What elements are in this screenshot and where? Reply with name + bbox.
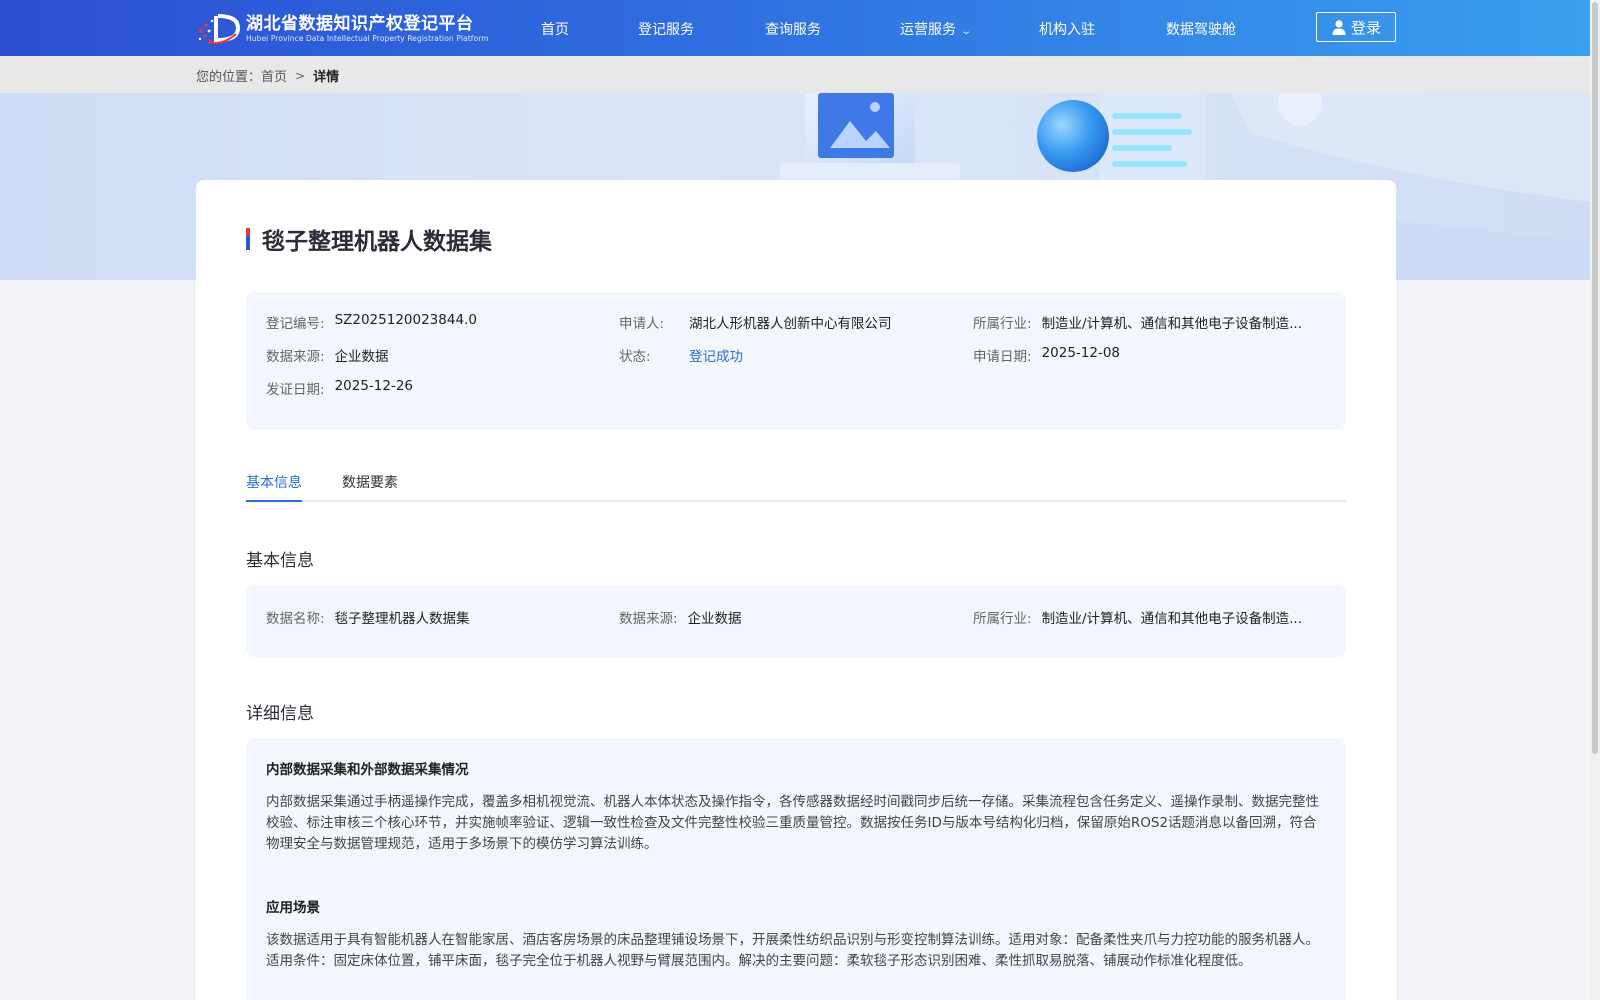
field-value: 制造业/计算机、通信和其他电子设备制造...	[1041, 611, 1302, 627]
tab-data-elements[interactable]: 数据要素	[342, 472, 398, 500]
summary-panel: 登记编号: SZ2025120023844.0 申请人: 湖北人形机器人创新中心…	[246, 292, 1346, 430]
detail-info-panel: 内部数据采集和外部数据采集情况 内部数据采集通过手柄遥操作完成，覆盖多相机视觉流…	[246, 738, 1346, 1000]
login-button[interactable]: 登录	[1316, 12, 1396, 42]
detail-tabs: 基本信息 数据要素	[246, 464, 1346, 502]
top-header: 湖北省数据知识产权登记平台 Hubei Province Data Intell…	[0, 0, 1600, 56]
field-data-source: 数据来源: 企业数据	[266, 345, 389, 365]
section-text: 内部数据采集通过手柄遥操作完成，覆盖多相机视觉流、机器人本体状态及操作指令，各传…	[266, 794, 1319, 852]
field-value: 企业数据	[687, 611, 742, 627]
field-registration-number: 登记编号: SZ2025120023844.0	[266, 312, 477, 332]
field-label: 申请日期:	[973, 349, 1032, 365]
field-value: 2025-12-08	[1041, 345, 1121, 361]
page-scrollbar[interactable]	[1590, 0, 1600, 1000]
field-label: 申请人:	[619, 316, 665, 332]
basic-info-panel: 数据名称: 毯子整理机器人数据集 数据来源: 企业数据 所属行业: 制造业/计算…	[246, 585, 1346, 657]
detail-card: 毯子整理机器人数据集 登记编号: SZ2025120023844.0 申请人: …	[196, 180, 1396, 1000]
breadcrumb-current: 详情	[313, 70, 340, 85]
field-industry: 所属行业: 制造业/计算机、通信和其他电子设备制造...	[973, 312, 1302, 332]
field-label: 数据名称:	[266, 611, 325, 627]
section-heading: 应用场景	[266, 900, 320, 916]
nav-registration-service[interactable]: 登记服务	[638, 19, 694, 39]
nav-query-service[interactable]: 查询服务	[765, 19, 821, 39]
dataset-title: 毯子整理机器人数据集	[246, 222, 492, 256]
breadcrumb-bar: 您的位置： 首页 > 详情	[0, 56, 1600, 93]
field-status: 状态: 登记成功	[619, 345, 743, 365]
field-data-name: 数据名称: 毯子整理机器人数据集	[266, 607, 470, 627]
field-value: 湖北人形机器人创新中心有限公司	[689, 316, 892, 332]
field-industry: 所属行业: 制造业/计算机、通信和其他电子设备制造...	[973, 607, 1302, 627]
scrollbar-thumb[interactable]	[1592, 2, 1598, 754]
field-label: 所属行业:	[973, 611, 1032, 627]
tab-basic-info[interactable]: 基本信息	[246, 472, 302, 502]
detail-info-heading: 详细信息	[246, 704, 314, 724]
nav-data-cockpit[interactable]: 数据驾驶舱	[1166, 19, 1236, 39]
field-label: 登记编号:	[266, 316, 325, 332]
field-data-source: 数据来源: 企业数据	[619, 607, 742, 627]
logo-emblem-icon	[196, 12, 242, 46]
login-label: 登录	[1350, 18, 1381, 37]
platform-logo[interactable]: 湖北省数据知识产权登记平台 Hubei Province Data Intell…	[196, 12, 489, 46]
logo-title-en: Hubei Province Data Intellectual Propert…	[246, 34, 489, 43]
status-value: 登记成功	[689, 349, 743, 365]
section-text: 该数据适用于具有智能机器人在智能家居、酒店客房场景的床品整理铺设场景下，开展柔性…	[266, 932, 1319, 969]
field-value: 企业数据	[334, 349, 389, 365]
field-label: 数据来源:	[619, 611, 678, 627]
breadcrumb-prefix: 您的位置：	[196, 70, 262, 85]
field-value: SZ2025120023844.0	[334, 312, 477, 328]
basic-info-heading: 基本信息	[246, 551, 314, 571]
nav-operation-service[interactable]: 运营服务 ⌄	[900, 19, 973, 39]
field-applicant: 申请人: 湖北人形机器人创新中心有限公司	[619, 312, 892, 332]
nav-home[interactable]: 首页	[541, 19, 569, 39]
field-label: 数据来源:	[266, 349, 325, 365]
chevron-down-icon: ⌄	[960, 26, 973, 37]
dataset-title-text: 毯子整理机器人数据集	[262, 229, 492, 255]
field-value: 制造业/计算机、通信和其他电子设备制造...	[1041, 316, 1302, 332]
field-label: 发证日期:	[266, 382, 325, 398]
chevron-right-icon: >	[295, 68, 306, 83]
nav-operation-service-label: 运营服务	[900, 22, 956, 38]
field-label: 所属行业:	[973, 316, 1032, 332]
breadcrumb: 您的位置： 首页 > 详情	[196, 66, 340, 86]
nav-institution-onboarding[interactable]: 机构入驻	[1039, 19, 1095, 39]
field-value: 2025-12-26	[334, 378, 414, 394]
title-accent-bar	[246, 228, 250, 250]
logo-title-cn: 湖北省数据知识产权登记平台	[246, 14, 474, 34]
field-label: 状态:	[619, 349, 651, 365]
field-apply-date: 申请日期: 2025-12-08	[973, 345, 1120, 365]
field-value: 毯子整理机器人数据集	[334, 611, 470, 627]
breadcrumb-home[interactable]: 首页	[261, 66, 287, 85]
section-heading: 内部数据采集和外部数据采集情况	[266, 762, 469, 778]
user-icon	[1332, 20, 1346, 35]
field-issue-date: 发证日期: 2025-12-26	[266, 378, 413, 398]
